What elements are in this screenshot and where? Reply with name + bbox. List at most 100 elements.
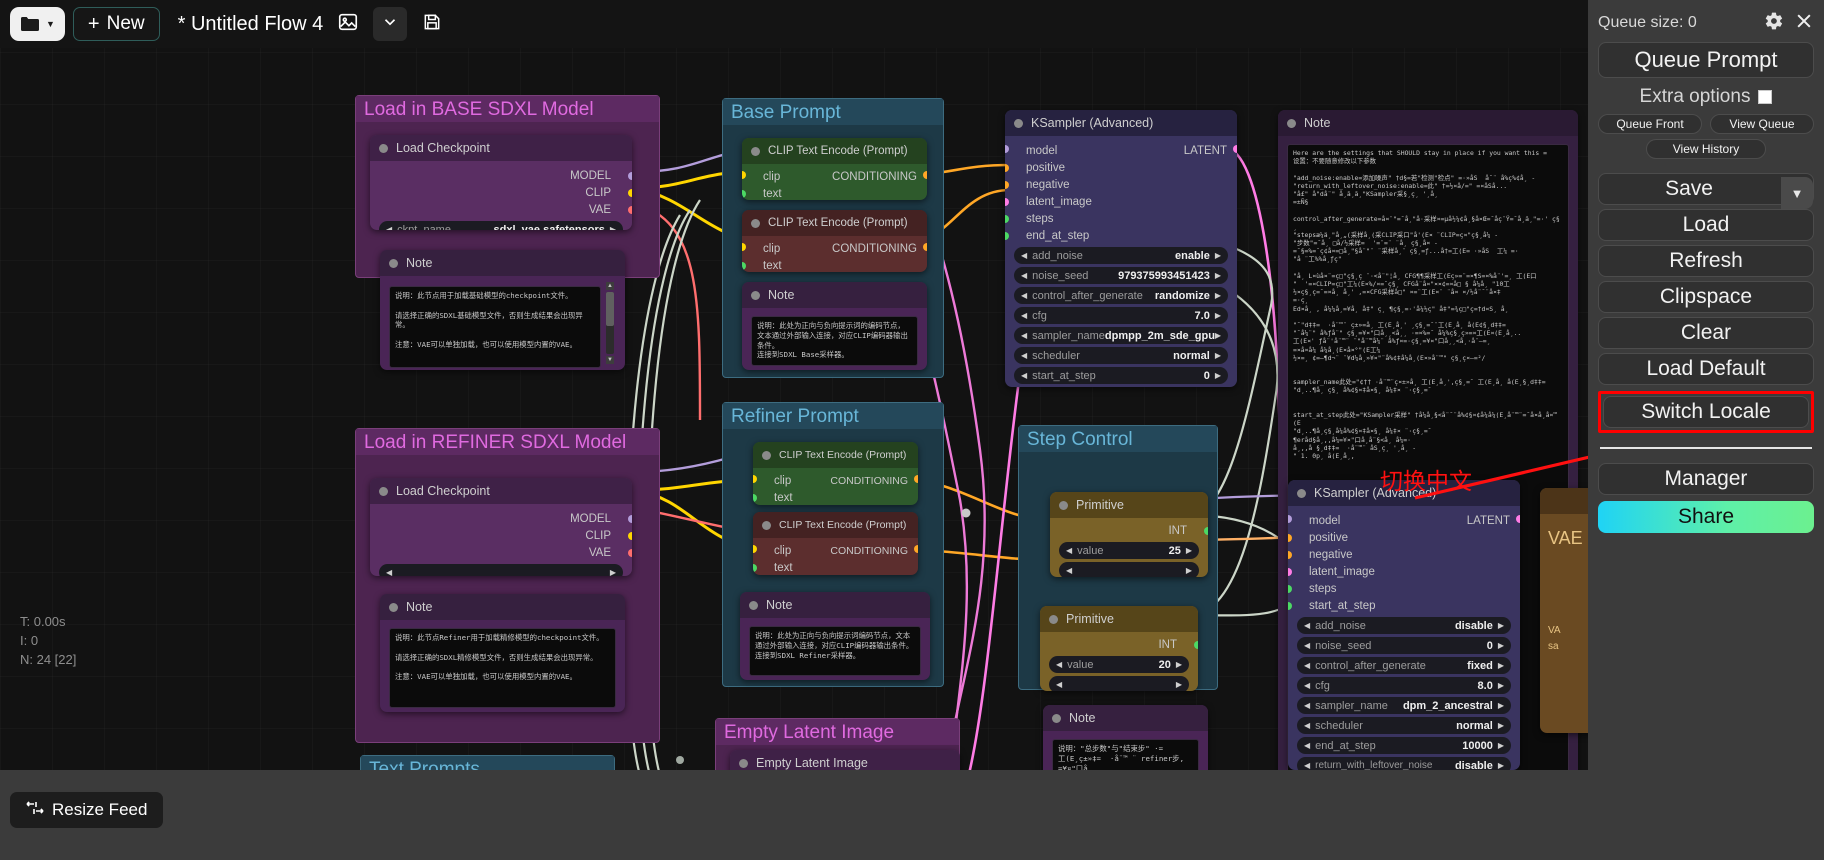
- clipspace-button[interactable]: Clipspace: [1598, 281, 1814, 313]
- workflow-menu-button[interactable]: [373, 7, 407, 41]
- port-clip[interactable]: [628, 532, 632, 540]
- node-input-text[interactable]: text: [753, 489, 918, 505]
- widget-add-noise[interactable]: ◀ add_noisedisable ▶: [1297, 617, 1511, 634]
- node-input-steps[interactable]: steps: [1288, 580, 1520, 597]
- node-collapse-dot[interactable]: [751, 147, 760, 156]
- arrow-right-icon[interactable]: ▶: [1215, 331, 1221, 340]
- node-header[interactable]: Note: [742, 282, 927, 308]
- note-text[interactable]: 说明：此处为正向与负向提示词的编码节点，文本通过外部输入连接，对应CLIP编码器…: [751, 316, 918, 366]
- widget-value[interactable]: normal: [1456, 720, 1493, 732]
- widget-end-at-step[interactable]: ◀ end_at_step10000 ▶: [1297, 737, 1511, 754]
- node-input-positive[interactable]: positive: [1288, 529, 1520, 546]
- switch-locale-button[interactable]: Switch Locale: [1603, 396, 1809, 428]
- node-vae-decode[interactable]: VAE VA sa: [1540, 488, 1588, 733]
- node-input-start-at-step[interactable]: start_at_step: [1288, 597, 1520, 614]
- node-ksampler-advanced-base[interactable]: KSampler (Advanced) model LATENT positiv…: [1005, 110, 1237, 387]
- arrow-right-icon[interactable]: ▶: [1498, 741, 1504, 750]
- node-note-base-prompt[interactable]: Note 说明：此处为正向与负向提示词的编码节点，文本通过外部输入连接，对应CL…: [742, 282, 927, 370]
- node-collapse-dot[interactable]: [1014, 119, 1023, 128]
- chevron-down-icon[interactable]: ▼: [46, 19, 55, 29]
- port-text[interactable]: [742, 262, 746, 270]
- node-collapse-dot[interactable]: [1049, 615, 1058, 624]
- node-input-positive[interactable]: positive: [1005, 159, 1237, 176]
- arrow-right-icon[interactable]: ▶: [1176, 660, 1182, 669]
- arrow-left-icon[interactable]: ◀: [1066, 566, 1072, 575]
- arrow-right-icon[interactable]: ▶: [1498, 721, 1504, 730]
- widget-ckpt-name[interactable]: ◀ ckpt_name sdxl_vae.safetensors ▶: [379, 221, 623, 230]
- arrow-right-icon[interactable]: ▶: [1498, 681, 1504, 690]
- gear-icon[interactable]: [1764, 11, 1784, 36]
- port-latent-image[interactable]: [1288, 568, 1292, 576]
- widget-value[interactable]: sdxl_vae.safetensors: [494, 224, 605, 231]
- node-header[interactable]: Note: [1278, 110, 1578, 136]
- widget-value[interactable]: 8.0: [1478, 680, 1493, 692]
- node-collapse-dot[interactable]: [762, 521, 771, 530]
- node-io-clip[interactable]: clip CONDITIONING: [753, 542, 918, 559]
- arrow-right-icon[interactable]: ▶: [1186, 546, 1192, 555]
- node-header[interactable]: Note: [1043, 705, 1208, 731]
- node-header[interactable]: Note: [740, 592, 930, 618]
- node-clip-text-encode-base-negative[interactable]: CLIP Text Encode (Prompt) clip CONDITION…: [742, 210, 927, 272]
- arrow-right-icon[interactable]: ▶: [1498, 641, 1504, 650]
- widget-sampler-name[interactable]: ◀ sampler_namedpm_2_ancestral ▶: [1297, 697, 1511, 714]
- arrow-left-icon[interactable]: ◀: [1056, 680, 1062, 689]
- node-input-end-at-step[interactable]: end_at_step: [1005, 227, 1237, 244]
- extra-options-checkbox[interactable]: [1758, 90, 1772, 104]
- widget-value[interactable]: 10000: [1462, 740, 1493, 752]
- port-clip[interactable]: [742, 243, 746, 251]
- port-conditioning[interactable]: [923, 171, 927, 179]
- node-note-refiner[interactable]: Note 说明：此节点Refiner用于加载精修模型的checkpoint文件。…: [380, 594, 625, 712]
- widget-value[interactable]: ◀ value25 ▶: [1059, 542, 1199, 559]
- node-header[interactable]: CLIP Text Encode (Prompt): [742, 138, 927, 164]
- widget-noise-seed[interactable]: ◀ noise_seed0 ▶: [1297, 637, 1511, 654]
- widget-value[interactable]: 0: [1204, 370, 1210, 382]
- note-text[interactable]: 说明：此节点用于加载基础模型的checkpoint文件。 请选择正确的SDXL基…: [389, 286, 601, 368]
- save-workflow-button[interactable]: [415, 7, 449, 41]
- port-clip[interactable]: [753, 545, 757, 553]
- port-clip[interactable]: [628, 189, 632, 197]
- scroll-up-arrow[interactable]: ▲: [606, 282, 614, 290]
- widget-scheduler[interactable]: ◀ schedulernormal ▶: [1014, 347, 1228, 364]
- node-input-negative[interactable]: negative: [1005, 176, 1237, 193]
- load-button[interactable]: Load: [1598, 209, 1814, 241]
- arrow-right-icon[interactable]: ▶: [1215, 271, 1221, 280]
- port-end-at-step[interactable]: [1005, 232, 1009, 240]
- node-input-text[interactable]: text: [742, 185, 927, 200]
- widget-value[interactable]: 0: [1487, 640, 1493, 652]
- arrow-right-icon[interactable]: ▶: [1186, 566, 1192, 575]
- port-clip[interactable]: [753, 475, 757, 483]
- node-header[interactable]: Note: [380, 250, 625, 276]
- view-queue-button[interactable]: View Queue: [1710, 114, 1814, 134]
- node-collapse-dot[interactable]: [1052, 714, 1061, 723]
- arrow-right-icon[interactable]: ▶: [1498, 761, 1504, 770]
- widget-value[interactable]: 979375993451423: [1118, 270, 1210, 282]
- note-text[interactable]: 说明：此处为正向与负向提示词编码节点，文本通过外部输入连接，对应CLIP编码器输…: [749, 626, 921, 676]
- port-int[interactable]: [1194, 641, 1198, 649]
- node-output-int[interactable]: INT: [1050, 522, 1208, 539]
- port-clip[interactable]: [742, 171, 746, 179]
- port-int[interactable]: [1204, 527, 1208, 535]
- note-scrollbar[interactable]: [606, 292, 614, 354]
- node-io-model-latent[interactable]: model LATENT: [1005, 142, 1237, 159]
- view-history-button[interactable]: View History: [1646, 139, 1766, 159]
- node-clip-text-encode-refiner-negative[interactable]: CLIP Text Encode (Prompt) clip CONDITION…: [753, 512, 918, 575]
- node-output-clip[interactable]: CLIP: [370, 527, 632, 544]
- widget-cfg[interactable]: ◀ cfg8.0 ▶: [1297, 677, 1511, 694]
- workflow-canvas[interactable]: Load in BASE SDXL Model Load Checkpoint …: [0, 0, 1588, 812]
- widget-ckpt-name[interactable]: ◀ ckpt_name 3DIcon_SDXL_三维图标大模型_v1.0.saf…: [379, 564, 623, 576]
- widget-control-after-generate[interactable]: ◀ control_after_generatefixed ▶: [1049, 676, 1189, 691]
- port-model[interactable]: [1005, 145, 1009, 153]
- port-conditioning[interactable]: [923, 243, 927, 251]
- node-collapse-dot[interactable]: [1287, 119, 1296, 128]
- arrow-right-icon[interactable]: ▶: [610, 225, 616, 230]
- node-ksampler-advanced-refiner[interactable]: KSampler (Advanced) model LATENT positiv…: [1288, 480, 1520, 770]
- arrow-right-icon[interactable]: ▶: [1215, 371, 1221, 380]
- share-button[interactable]: Share: [1598, 501, 1814, 533]
- node-input-text[interactable]: text: [742, 257, 927, 272]
- node-collapse-dot[interactable]: [751, 219, 760, 228]
- arrow-right-icon[interactable]: ▶: [1176, 680, 1182, 689]
- node-output-vae[interactable]: VAE: [370, 544, 632, 561]
- widget-start-at-step[interactable]: ◀ start_at_step0 ▶: [1014, 367, 1228, 384]
- node-output-model[interactable]: MODEL: [370, 167, 632, 184]
- widget-value[interactable]: ◀ value20 ▶: [1049, 656, 1189, 673]
